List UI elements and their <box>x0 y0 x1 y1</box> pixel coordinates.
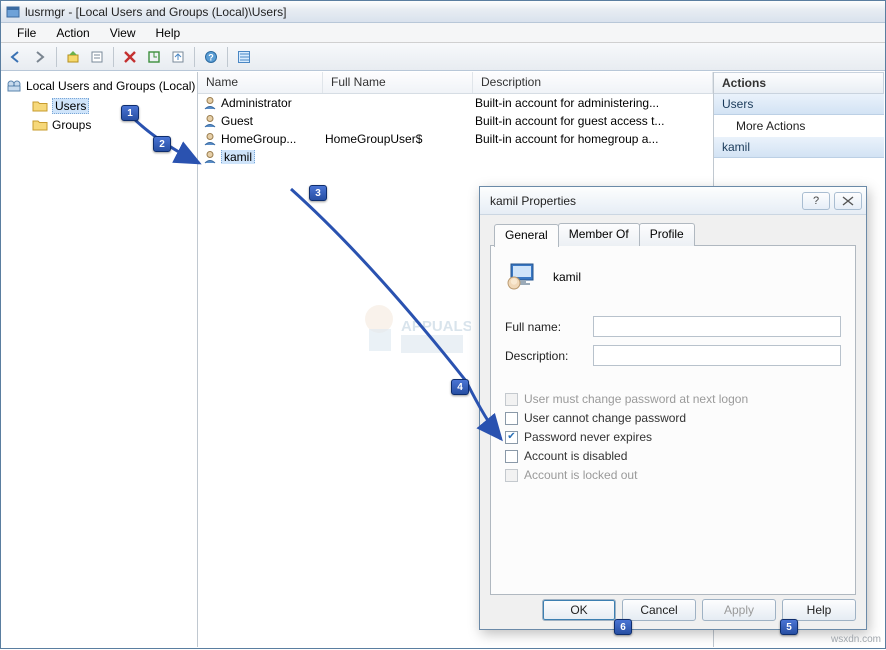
dialog-close-button[interactable] <box>834 192 862 210</box>
user-row[interactable]: AdministratorBuilt-in account for admini… <box>198 94 713 112</box>
toolbar: ? <box>1 43 885 71</box>
properties-button[interactable] <box>86 46 108 68</box>
forward-button[interactable] <box>29 46 51 68</box>
actions-heading: Actions <box>714 72 884 94</box>
help-button[interactable]: Help <box>782 599 856 621</box>
up-button[interactable] <box>62 46 84 68</box>
actions-more[interactable]: More Actions <box>714 115 884 137</box>
description-label: Description: <box>505 349 593 363</box>
user-row[interactable]: GuestBuilt-in account for guest access t… <box>198 112 713 130</box>
check-account-disabled[interactable]: Account is disabled <box>505 449 841 463</box>
description-input[interactable] <box>593 345 841 366</box>
actions-section-selected: kamil <box>714 137 884 158</box>
user-icon <box>202 95 218 111</box>
user-large-icon <box>505 260 539 294</box>
dialog-help-button[interactable]: ? <box>802 192 830 210</box>
user-icon <box>202 149 218 165</box>
tab-general[interactable]: General <box>494 224 559 247</box>
user-row[interactable]: HomeGroup...HomeGroupUser$Built-in accou… <box>198 130 713 148</box>
menu-help[interactable]: Help <box>148 24 189 42</box>
tab-panel-general: kamil Full name: Description: User must … <box>490 245 856 595</box>
fullname-label: Full name: <box>505 320 593 334</box>
cancel-button[interactable]: Cancel <box>622 599 696 621</box>
tab-member-of[interactable]: Member Of <box>558 223 640 246</box>
check-never-expires[interactable]: Password never expires <box>505 430 841 444</box>
tab-profile[interactable]: Profile <box>639 223 695 246</box>
menu-file[interactable]: File <box>9 24 44 42</box>
check-must-change: User must change password at next logon <box>505 392 841 406</box>
properties-dialog: kamil Properties ? General Member Of Pro… <box>479 186 867 630</box>
checkbox-icon[interactable] <box>505 450 518 463</box>
svg-text:APPUALS: APPUALS <box>401 318 471 335</box>
view-list-button[interactable] <box>233 46 255 68</box>
group-icon <box>6 78 22 94</box>
ok-button[interactable]: OK <box>542 599 616 621</box>
checkbox-icon[interactable] <box>505 431 518 444</box>
apply-button[interactable]: Apply <box>702 599 776 621</box>
annotation-marker: 3 <box>309 185 327 201</box>
titlebar: lusrmgr - [Local Users and Groups (Local… <box>1 1 885 23</box>
app-icon <box>5 4 21 20</box>
tree-pane: Local Users and Groups (Local) Users Gro… <box>2 72 198 647</box>
delete-button[interactable] <box>119 46 141 68</box>
tree-root[interactable]: Local Users and Groups (Local) <box>6 76 197 96</box>
list-header: Name Full Name Description <box>198 72 713 94</box>
window-title: lusrmgr - [Local Users and Groups (Local… <box>25 5 286 19</box>
tree-groups[interactable]: Groups <box>6 116 197 134</box>
tabstrip: General Member Of Profile <box>490 223 856 246</box>
annotation-marker: 1 <box>121 105 139 121</box>
fullname-input[interactable] <box>593 316 841 337</box>
annotation-marker: 6 <box>614 619 632 635</box>
actions-section-users: Users <box>714 94 884 115</box>
checkbox-icon[interactable] <box>505 412 518 425</box>
user-icon <box>202 131 218 147</box>
folder-icon <box>32 99 48 113</box>
user-row[interactable]: kamil <box>198 148 713 166</box>
menu-action[interactable]: Action <box>48 24 97 42</box>
check-locked-out: Account is locked out <box>505 468 841 482</box>
annotation-marker: 2 <box>153 136 171 152</box>
menu-view[interactable]: View <box>102 24 144 42</box>
annotation-marker: 4 <box>451 379 469 395</box>
col-fullname[interactable]: Full Name <box>323 72 473 93</box>
menubar: File Action View Help <box>1 23 885 43</box>
checkbox-icon <box>505 469 518 482</box>
help-button[interactable]: ? <box>200 46 222 68</box>
export-button[interactable] <box>167 46 189 68</box>
mmc-window: lusrmgr - [Local Users and Groups (Local… <box>0 0 886 649</box>
dialog-button-row: OK Cancel Apply Help <box>480 599 866 621</box>
user-icon <box>202 113 218 129</box>
dialog-username: kamil <box>553 270 581 284</box>
checkbox-icon <box>505 393 518 406</box>
folder-icon <box>32 118 48 132</box>
annotation-marker: 5 <box>780 619 798 635</box>
col-description[interactable]: Description <box>473 72 713 93</box>
watermark-logo: APPUALS <box>351 291 471 374</box>
tree-users[interactable]: Users <box>6 96 197 116</box>
dialog-titlebar: kamil Properties ? <box>480 187 866 215</box>
dialog-title-text: kamil Properties <box>490 194 576 208</box>
back-button[interactable] <box>5 46 27 68</box>
check-cannot-change[interactable]: User cannot change password <box>505 411 841 425</box>
svg-text:?: ? <box>208 52 214 62</box>
watermark-text: wsxdn.com <box>831 634 881 645</box>
col-name[interactable]: Name <box>198 72 323 93</box>
refresh-button[interactable] <box>143 46 165 68</box>
